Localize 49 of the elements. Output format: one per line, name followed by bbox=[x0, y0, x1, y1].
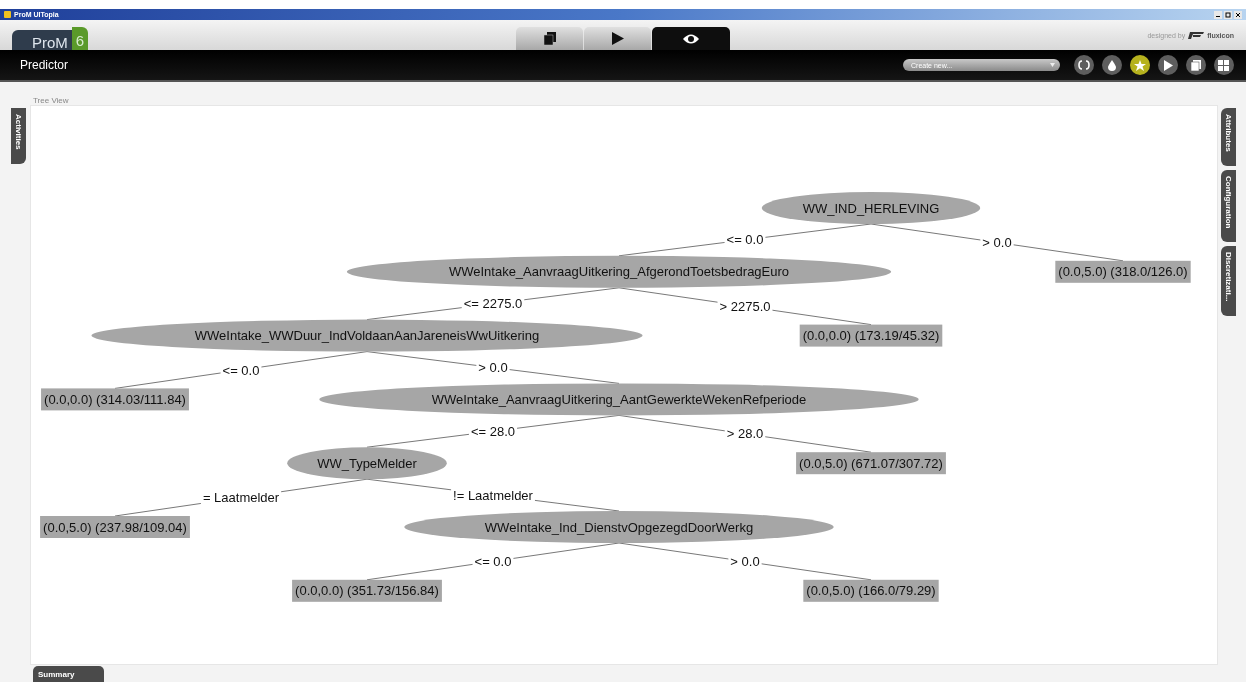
star-icon bbox=[1134, 59, 1146, 71]
close-icon[interactable] bbox=[1234, 10, 1242, 19]
tree-node: WWeIntake_AanvraagUitkering_AfgerondToetsbedragEuro bbox=[346, 255, 892, 288]
leaf-node: (0.0,0.0) (314.03/111.84) bbox=[41, 388, 189, 411]
side-tab[interactable]: Attributes bbox=[1221, 108, 1236, 166]
logo-text: ProM bbox=[12, 30, 72, 50]
toolbar-button[interactable] bbox=[1130, 55, 1150, 75]
bottom-tab[interactable]: Summary bbox=[33, 666, 105, 682]
edge-label: > 0.0 bbox=[476, 360, 510, 375]
toolbar-button[interactable] bbox=[1074, 55, 1094, 75]
side-tab[interactable]: Discretizati... bbox=[1221, 246, 1236, 316]
pages-icon bbox=[1190, 59, 1202, 71]
side-tab[interactable]: Configuration bbox=[1221, 169, 1236, 243]
leaf-node: (0.0,5.0) (237.98/109.04) bbox=[40, 516, 190, 538]
tree-node: WWeIntake_AanvraagUitkering_AantGewerkteWekenRefperiode bbox=[319, 383, 919, 416]
view-tab[interactable] bbox=[652, 27, 730, 50]
play-icon bbox=[1162, 59, 1174, 71]
edge-label: <= 2275.0 bbox=[461, 296, 525, 312]
view-tab[interactable] bbox=[516, 27, 583, 50]
restore-icon[interactable] bbox=[1224, 10, 1232, 19]
tree-node: WWeIntake_Ind_DienstvOpgezegdDoorWerkg bbox=[404, 511, 834, 543]
drop-icon bbox=[1106, 59, 1118, 71]
leaf-node: (0.0,5.0) (318.0/126.0) bbox=[1055, 260, 1191, 283]
leaf-node: (0.0,5.0) (671.07/307.72) bbox=[796, 452, 946, 475]
pages-icon bbox=[543, 32, 556, 45]
app-icon bbox=[4, 11, 11, 18]
view-title: Predictor bbox=[20, 58, 70, 72]
eye-icon bbox=[682, 32, 700, 45]
tree-node: WW_TypeMelder bbox=[287, 447, 447, 480]
braces-icon bbox=[1078, 59, 1090, 71]
view-tab[interactable] bbox=[584, 27, 651, 50]
caret-icon bbox=[1050, 63, 1055, 67]
minimize-icon[interactable] bbox=[1214, 10, 1222, 19]
play-icon bbox=[611, 32, 624, 45]
toolbar-button[interactable] bbox=[1102, 55, 1122, 75]
tree-node: WWeIntake_WWDuur_IndVoldaanAanJareneisWwUitkering bbox=[91, 319, 643, 352]
toolbar-button[interactable] bbox=[1214, 55, 1234, 75]
leaf-node: (0.0,0.0) (351.73/156.84) bbox=[292, 579, 442, 602]
toolbar-button[interactable] bbox=[1158, 55, 1178, 75]
grid-icon bbox=[1218, 59, 1230, 71]
edge-label: != Laatmelder bbox=[451, 487, 535, 503]
edge-label: = Laatmelder bbox=[200, 490, 282, 506]
edge-label: > 2275.0 bbox=[717, 298, 773, 314]
leaf-node: (0.0,5.0) (166.0/79.29) bbox=[803, 579, 939, 602]
brand-icon bbox=[1188, 31, 1205, 39]
tree-node: WW_IND_HERLEVING bbox=[761, 192, 981, 224]
toolbar-button[interactable] bbox=[1186, 55, 1206, 75]
leaf-node: (0.0,0.0) (173.19/45.32) bbox=[799, 324, 943, 347]
side-tab[interactable]: Activities bbox=[11, 108, 26, 164]
